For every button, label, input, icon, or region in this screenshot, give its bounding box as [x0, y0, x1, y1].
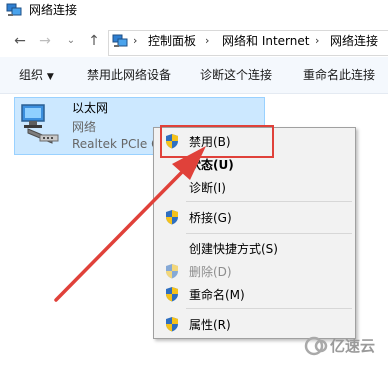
- breadcrumb-separator-icon[interactable]: ›: [315, 33, 319, 49]
- menu-label-rename: 重命名(M): [189, 288, 245, 302]
- breadcrumb-separator-icon[interactable]: ›: [205, 33, 209, 49]
- rename-connection-button[interactable]: 重命名此连接: [303, 68, 375, 82]
- menu-item-properties[interactable]: [154, 313, 355, 335]
- uac-shield-icon: [166, 317, 178, 332]
- network-connections-icon: [6, 3, 22, 16]
- uac-shield-icon: [166, 264, 178, 279]
- menu-label-delete: 删除(D): [189, 265, 232, 279]
- menu-item-rename[interactable]: [154, 283, 355, 305]
- ethernet-adapter-icon: [21, 104, 59, 144]
- menu-separator: [186, 308, 352, 309]
- breadcrumb-network-internet[interactable]: 网络和 Internet: [222, 33, 309, 49]
- uac-shield-icon: [166, 210, 178, 225]
- control-panel-icon: [112, 34, 128, 47]
- back-arrow-icon[interactable]: ←: [12, 33, 28, 49]
- forward-arrow-icon[interactable]: →: [37, 33, 53, 49]
- uac-shield-icon: [166, 287, 178, 302]
- window-title: 网络连接: [29, 3, 78, 17]
- adapter-description: Realtek PCIe G: [72, 137, 161, 151]
- adapter-name: 以太网: [72, 101, 109, 115]
- dropdown-arrow-icon: ▼: [46, 72, 54, 82]
- menu-item-delete: [154, 260, 355, 282]
- breadcrumb-network-connections[interactable]: 网络连接: [330, 33, 378, 49]
- menu-item-diagnose[interactable]: [154, 176, 355, 198]
- menu-separator: [186, 233, 352, 234]
- menu-separator: [186, 201, 352, 202]
- annotation-highlight-box: [160, 125, 274, 158]
- menu-label-diagnose: 诊断(I): [189, 181, 226, 195]
- menu-label-create-shortcut: 创建快捷方式(S): [189, 242, 278, 256]
- up-arrow-icon[interactable]: ↑: [86, 33, 102, 49]
- watermark-text: 亿速云: [330, 337, 376, 355]
- recent-locations-chevron-icon[interactable]: ⌄: [63, 33, 79, 49]
- breadcrumb-separator-icon[interactable]: ›: [133, 33, 137, 49]
- diagnose-connection-button[interactable]: 诊断这个连接: [200, 68, 272, 82]
- menu-label-status: 状态(U): [189, 158, 234, 172]
- breadcrumb-control-panel[interactable]: 控制面板: [148, 33, 196, 49]
- organize-button[interactable]: 组织 ▼: [19, 68, 54, 84]
- menu-label-bridge: 桥接(G): [189, 211, 232, 225]
- disable-device-button[interactable]: 禁用此网络设备: [87, 68, 171, 82]
- menu-item-bridge[interactable]: [154, 206, 355, 228]
- menu-label-properties: 属性(R): [189, 318, 231, 332]
- adapter-network-status: 网络: [72, 120, 97, 134]
- organize-label: 组织: [19, 68, 44, 82]
